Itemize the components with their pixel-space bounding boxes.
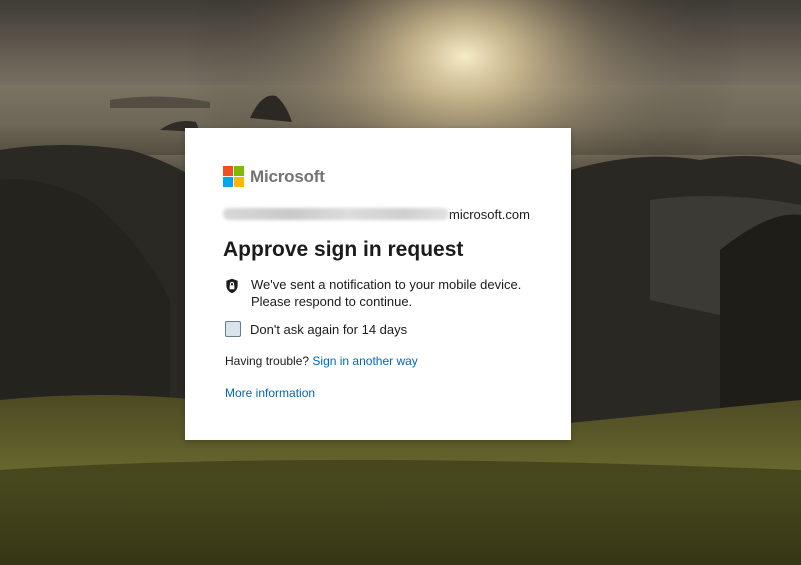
sign-in-another-way-link[interactable]: Sign in another way <box>312 354 417 368</box>
notification-message: We've sent a notification to your mobile… <box>225 276 541 310</box>
trouble-row: Having trouble? Sign in another way <box>225 354 418 368</box>
brand-header: Microsoft <box>223 166 325 187</box>
logo-square-blue <box>223 177 233 187</box>
redacted-account-name <box>223 208 449 220</box>
notification-text: We've sent a notification to your mobile… <box>251 277 522 309</box>
logo-square-red <box>223 166 233 176</box>
microsoft-logo-icon <box>223 166 244 187</box>
account-domain: microsoft.com <box>449 206 530 222</box>
lock-shield-icon <box>226 278 238 294</box>
dont-ask-again-label: Don't ask again for 14 days <box>250 321 408 337</box>
logo-square-green <box>234 166 244 176</box>
page-title: Approve sign in request <box>223 238 464 261</box>
more-information-link[interactable]: More information <box>225 386 315 400</box>
dont-ask-again-option[interactable]: Don't ask again for 14 days <box>225 321 407 337</box>
logo-square-yellow <box>234 177 244 187</box>
sign-in-dialog: Microsoft microsoft.com Approve sign in … <box>185 128 571 440</box>
brand-name: Microsoft <box>250 166 325 186</box>
account-identity: microsoft.com <box>223 206 533 222</box>
trouble-prefix: Having trouble? <box>225 354 310 368</box>
dont-ask-again-checkbox[interactable] <box>225 321 241 337</box>
